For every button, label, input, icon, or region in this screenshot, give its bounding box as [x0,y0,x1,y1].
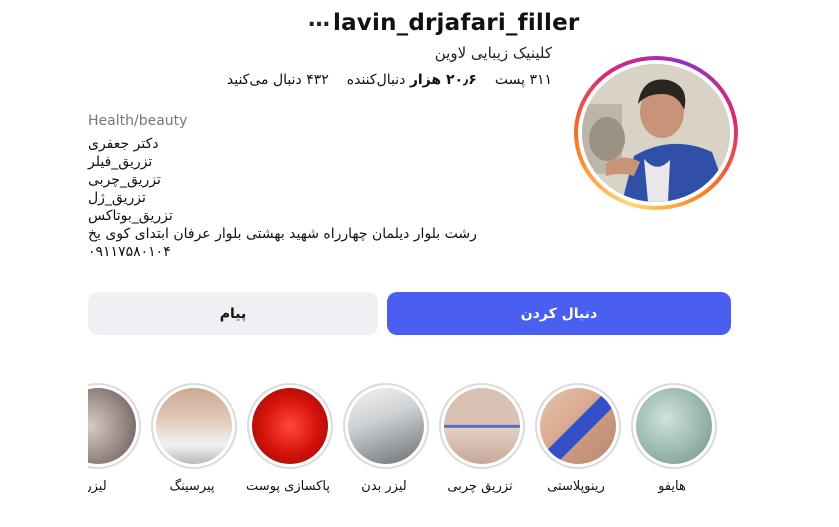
followers-number: ۲۰٫۶ هزار [409,72,477,88]
profile-bio: دکتر جعفری تزریق_فیلر تزریق_چربی تزریق_ژ… [88,135,477,261]
bio-line: تزریق_بوتاکس [88,208,173,224]
highlight-cover [540,388,616,464]
bio-line: تزریق_فیلر [88,154,153,170]
profile-username: lavin_drjafari_filler [333,10,580,36]
more-options-icon[interactable]: … [308,7,330,32]
highlight-label: هایفو [658,479,686,494]
bio-phone[interactable]: ۰۹۱۱۷۵۸۰۱۰۴ [88,243,477,261]
highlight-cover [444,388,520,464]
profile-category: Health/beauty [88,113,188,129]
highlight-skin-cleansing[interactable]: پاکسازی پوست [244,380,334,504]
highlight-label: پاکسازی پوست [246,479,330,494]
highlight-rhinoplasty[interactable]: رینوپلاستی [532,380,622,504]
profile-avatar [582,64,730,202]
highlight-label: لیزر بدن [361,479,407,494]
highlight-cover [348,388,424,464]
highlight-label: تزریق چربی [447,479,513,494]
profile-full-name: کلینیک زیبایی لاوین [434,44,552,62]
highlight-cover [252,388,328,464]
highlight-cover [636,388,712,464]
avatar-photo-illustration [582,64,730,202]
highlight-label: پیرسینگ [169,479,215,494]
story-highlights-tray[interactable]: هایفو رینوپلاستی تزریق چربی لیزر بدن پاک… [88,380,748,510]
followers-count[interactable]: ۲۰٫۶ هزار دنبال‌کننده [347,72,477,88]
highlight-hifu[interactable]: هایفو [628,380,718,504]
following-count[interactable]: ۴۳۲ دنبال می‌کنید [227,72,329,88]
bio-line: تزریق_ژل [88,190,146,206]
bio-line: تزریق_چربی [88,172,161,188]
bio-address: رشت بلوار دیلمان چهارراه شهید بهشتی بلوا… [88,226,477,242]
highlight-cover [156,388,232,464]
highlight-piercing[interactable]: پیرسینگ [148,380,238,504]
bio-line: دکتر جعفری [88,136,159,152]
message-button[interactable]: پیام [88,292,378,335]
follow-button[interactable]: دنبال کردن [387,292,731,335]
highlight-fat-injection[interactable]: تزریق چربی [436,380,526,504]
highlight-label: لیزر [88,479,107,494]
highlight-body-laser[interactable]: لیزر بدن [340,380,430,504]
highlight-label: رینوپلاستی [547,479,605,494]
followers-label: دنبال‌کننده [346,72,406,88]
highlight-laser[interactable]: لیزر [88,380,142,504]
profile-stats: ۳۱۱ پست ۲۰٫۶ هزار دنبال‌کننده ۴۳۲ دنبال … [227,72,552,88]
posts-count[interactable]: ۳۱۱ پست [495,72,552,88]
